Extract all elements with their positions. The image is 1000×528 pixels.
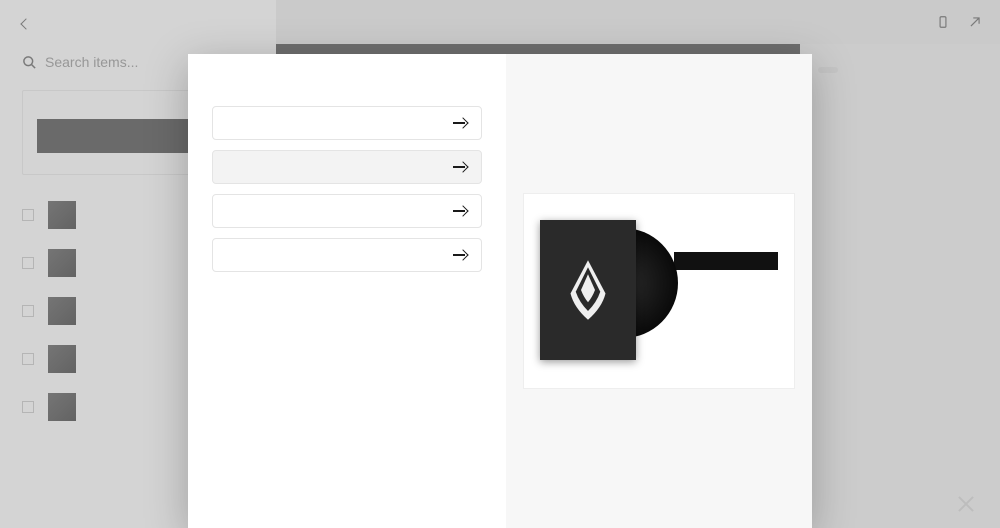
arrow-right-icon: [453, 161, 467, 173]
album-cover: [540, 220, 636, 360]
option-physical[interactable]: [212, 106, 482, 140]
preview-meta: [674, 210, 778, 372]
download-button[interactable]: [674, 252, 778, 270]
album-art: [540, 210, 660, 370]
modal-content: [188, 54, 506, 528]
option-service[interactable]: [212, 194, 482, 228]
modal-preview-pane: [506, 54, 812, 528]
option-gift-card[interactable]: [212, 238, 482, 272]
arrow-right-icon: [453, 205, 467, 217]
product-preview-card: [523, 193, 795, 389]
product-type-modal: [188, 54, 812, 528]
arrow-right-icon: [453, 249, 467, 261]
arrow-right-icon: [453, 117, 467, 129]
option-digital[interactable]: [212, 150, 482, 184]
